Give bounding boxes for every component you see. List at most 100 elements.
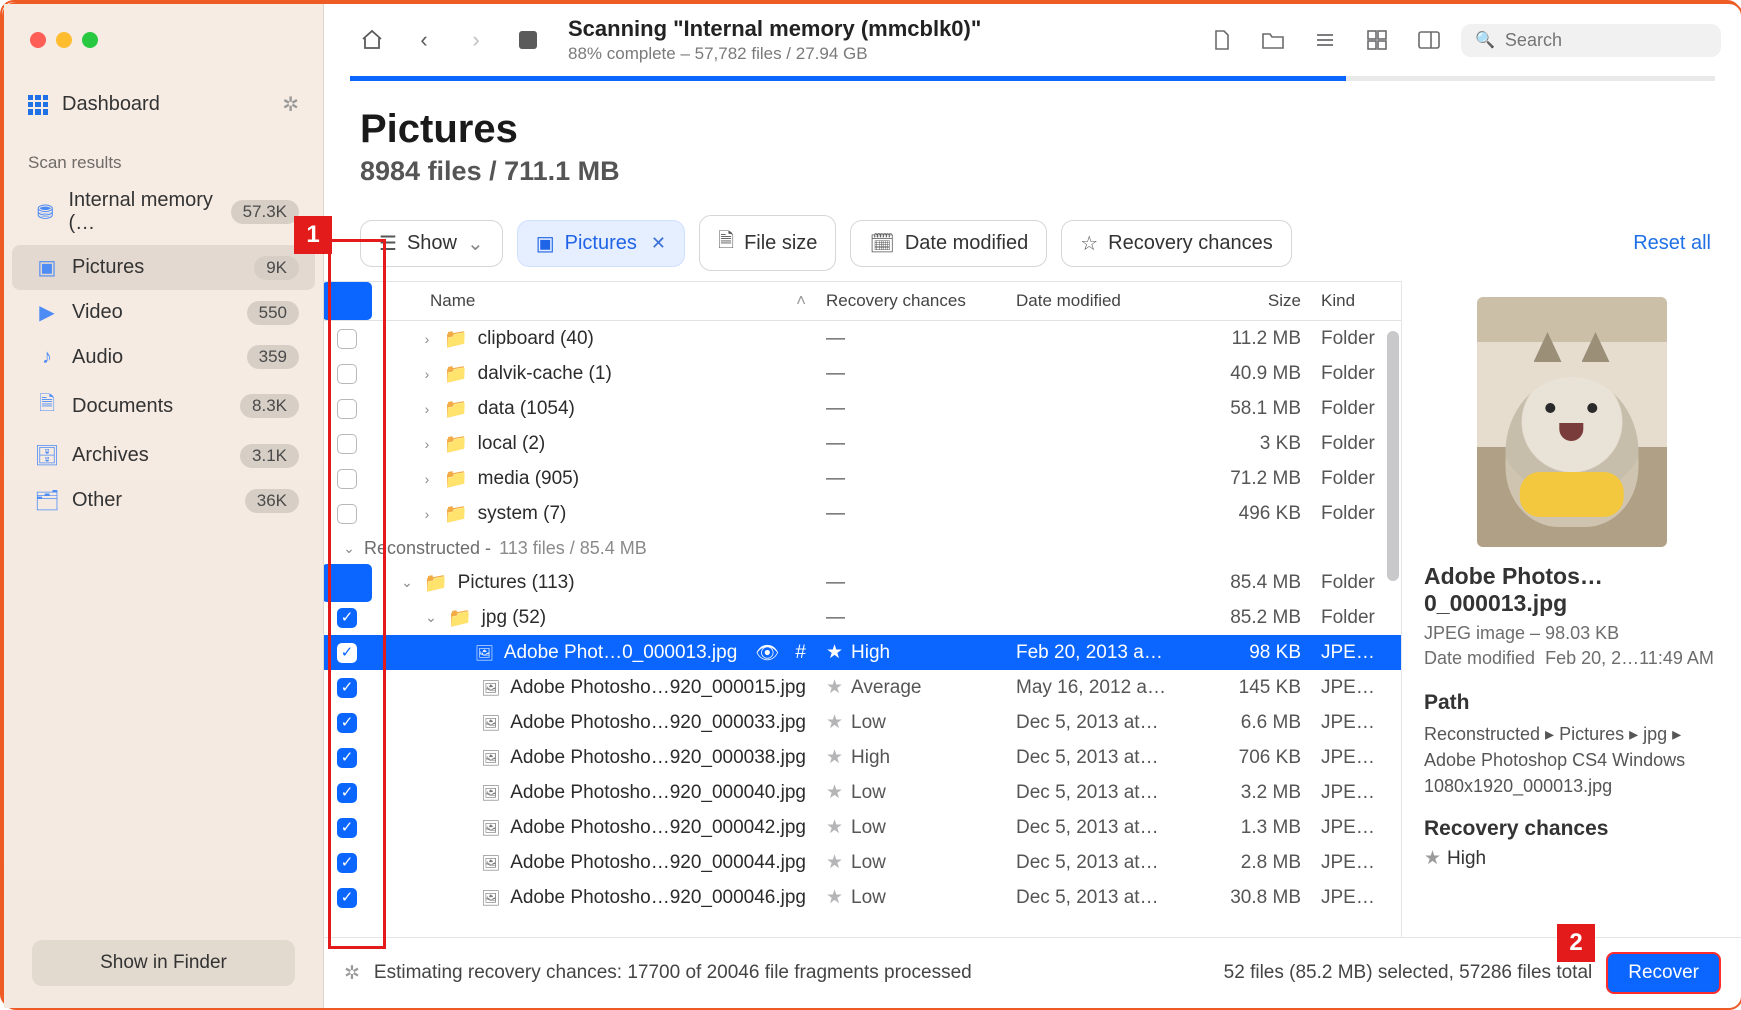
table-row[interactable]: 🖼 Adobe Photosho…920_000046.jpg ★Low Dec…: [324, 880, 1401, 915]
row-checkbox[interactable]: [337, 608, 357, 628]
chevron-right-icon[interactable]: ›: [420, 331, 434, 347]
new-file-icon[interactable]: [1201, 20, 1241, 60]
recover-button[interactable]: Recover: [1606, 952, 1721, 994]
star-icon: ☆: [1080, 231, 1098, 256]
search-field[interactable]: 🔍: [1461, 24, 1721, 57]
table-row[interactable]: 🖼 Adobe Photosho…920_000038.jpg ★High De…: [324, 740, 1401, 775]
sidebar-item-documents[interactable]: 🗎 Documents 8.3K: [12, 379, 315, 433]
sidebar-item-video[interactable]: ▶ Video 550: [12, 290, 315, 335]
chevron-down-icon[interactable]: ⌄: [424, 609, 438, 626]
chevron-right-icon[interactable]: ›: [420, 471, 434, 487]
stop-button[interactable]: [508, 20, 548, 60]
group-reconstructed[interactable]: ⌄ Reconstructed - 113 files / 85.4 MB: [324, 531, 1401, 565]
col-date[interactable]: Date modified: [1006, 291, 1181, 311]
table-row[interactable]: › 📁 media (905) — 71.2 MB Folder: [324, 461, 1401, 496]
row-checkbox[interactable]: [337, 643, 357, 663]
table-row[interactable]: ⌄ 📁 jpg (52) — 85.2 MB Folder: [324, 600, 1401, 635]
table-row[interactable]: › 📁 clipboard (40) — 11.2 MB Folder: [324, 321, 1401, 356]
row-kind: JPEG…: [1311, 782, 1401, 804]
row-checkbox[interactable]: [337, 818, 357, 838]
scan-subtitle: 88% complete – 57,782 files / 27.94 GB: [568, 44, 981, 64]
folder-icon: 📁: [444, 502, 468, 526]
table-row[interactable]: › 📁 local (2) — 3 KB Folder: [324, 426, 1401, 461]
row-size: 85.2 MB: [1181, 607, 1311, 629]
sidebar-item-label: Archives: [72, 444, 149, 467]
table-row[interactable]: 🖼 Adobe Photosho…920_000033.jpg ★Low Dec…: [324, 705, 1401, 740]
row-name: jpg (52): [482, 607, 546, 629]
table-row[interactable]: › 📁 data (1054) — 58.1 MB Folder: [324, 391, 1401, 426]
col-size[interactable]: Size: [1181, 291, 1311, 311]
show-filter-chip[interactable]: ☰ Show ⌄: [360, 220, 503, 267]
page-subtitle: 8984 files / 711.1 MB: [360, 156, 1741, 187]
show-in-finder-button[interactable]: Show in Finder: [32, 940, 295, 986]
image-icon: ▣: [536, 231, 555, 256]
table-row[interactable]: 🖼 Adobe Photosho…920_000040.jpg ★Low Dec…: [324, 775, 1401, 810]
filesize-filter-chip[interactable]: 🗎 File size: [699, 215, 836, 271]
list-view-icon[interactable]: [1305, 20, 1345, 60]
table-row[interactable]: 🖼 Adobe Photosho…920_000044.jpg ★Low Dec…: [324, 845, 1401, 880]
home-button[interactable]: [352, 20, 392, 60]
sidebar-item-audio[interactable]: ♪ Audio 359: [12, 335, 315, 379]
preview-thumbnail[interactable]: [1477, 297, 1667, 547]
row-checkbox[interactable]: [337, 364, 357, 384]
star-icon: ★: [826, 816, 843, 839]
minimize-window-button[interactable]: [56, 32, 72, 48]
row-kind: JPEG…: [1311, 677, 1401, 699]
dashboard-nav[interactable]: Dashboard ✲: [4, 74, 323, 135]
table-row[interactable]: 🖼 Adobe Photosho…920_000015.jpg ★Average…: [324, 670, 1401, 705]
forward-button[interactable]: ›: [456, 20, 496, 60]
close-window-button[interactable]: [30, 32, 46, 48]
row-checkbox[interactable]: [337, 853, 357, 873]
hex-icon[interactable]: #: [795, 642, 806, 664]
col-kind[interactable]: Kind: [1311, 291, 1401, 311]
grid-view-icon[interactable]: [1357, 20, 1397, 60]
vertical-scrollbar[interactable]: [1387, 331, 1399, 581]
sidebar-item-other[interactable]: 🗂 Other 36K: [12, 478, 315, 523]
row-checkbox[interactable]: [324, 564, 372, 602]
row-checkbox[interactable]: [337, 713, 357, 733]
row-checkbox[interactable]: [337, 399, 357, 419]
show-label: Show: [407, 232, 457, 255]
search-input[interactable]: [1505, 30, 1707, 51]
chevron-right-icon[interactable]: ›: [420, 366, 434, 382]
sidebar-item-archives[interactable]: 🗄 Archives 3.1K: [12, 433, 315, 478]
sidebar-item-internal-memory-[interactable]: ⛃ Internal memory (… 57.3K: [12, 179, 315, 245]
row-date: Dec 5, 2013 at…: [1006, 712, 1181, 734]
table-row[interactable]: 🖼 Adobe Photosho…920_000042.jpg ★Low Dec…: [324, 810, 1401, 845]
file-icon: 🖼: [481, 854, 500, 872]
chevron-down-icon[interactable]: ⌄: [400, 574, 414, 591]
table-row[interactable]: › 📁 dalvik-cache (1) — 40.9 MB Folder: [324, 356, 1401, 391]
row-checkbox[interactable]: [337, 783, 357, 803]
clear-filter-icon[interactable]: ✕: [651, 233, 666, 254]
recovery-filter-chip[interactable]: ☆ Recovery chances: [1061, 220, 1291, 267]
select-all-checkbox[interactable]: [324, 282, 372, 320]
row-checkbox[interactable]: [337, 748, 357, 768]
page-title: Pictures: [360, 107, 1741, 152]
row-checkbox[interactable]: [337, 678, 357, 698]
status-estimating: Estimating recovery chances: 17700 of 20…: [374, 962, 1210, 984]
col-recovery[interactable]: Recovery chances: [816, 291, 1006, 311]
chevron-right-icon[interactable]: ›: [420, 436, 434, 452]
sidebar-item-badge: 550: [247, 301, 299, 325]
table-row[interactable]: ⌄ 📁 Pictures (113) — 85.4 MB Folder: [324, 565, 1401, 600]
row-checkbox[interactable]: [337, 434, 357, 454]
sidebar-item-pictures[interactable]: ▣ Pictures 9K: [12, 245, 315, 290]
table-row[interactable]: 🖼 Adobe Phot…0_000013.jpg👁 # ★High Feb 2…: [324, 635, 1401, 670]
folder-view-icon[interactable]: [1253, 20, 1293, 60]
panel-toggle-icon[interactable]: [1409, 20, 1449, 60]
row-checkbox[interactable]: [337, 469, 357, 489]
col-name[interactable]: Name: [430, 291, 475, 311]
pictures-filter-chip[interactable]: ▣ Pictures ✕: [517, 220, 685, 267]
chevron-right-icon[interactable]: ›: [420, 401, 434, 417]
preview-icon[interactable]: 👁: [755, 641, 779, 665]
row-checkbox[interactable]: [337, 888, 357, 908]
chevron-right-icon[interactable]: ›: [420, 506, 434, 522]
row-checkbox[interactable]: [337, 329, 357, 349]
back-button[interactable]: ‹: [404, 20, 444, 60]
reset-all-button[interactable]: Reset all: [1633, 232, 1711, 255]
table-row[interactable]: › 📁 system (7) — 496 KB Folder: [324, 496, 1401, 531]
zoom-window-button[interactable]: [82, 32, 98, 48]
sort-asc-icon[interactable]: ˄: [796, 291, 806, 311]
date-filter-chip[interactable]: 🗓 Date modified: [850, 220, 1047, 267]
row-checkbox[interactable]: [337, 504, 357, 524]
